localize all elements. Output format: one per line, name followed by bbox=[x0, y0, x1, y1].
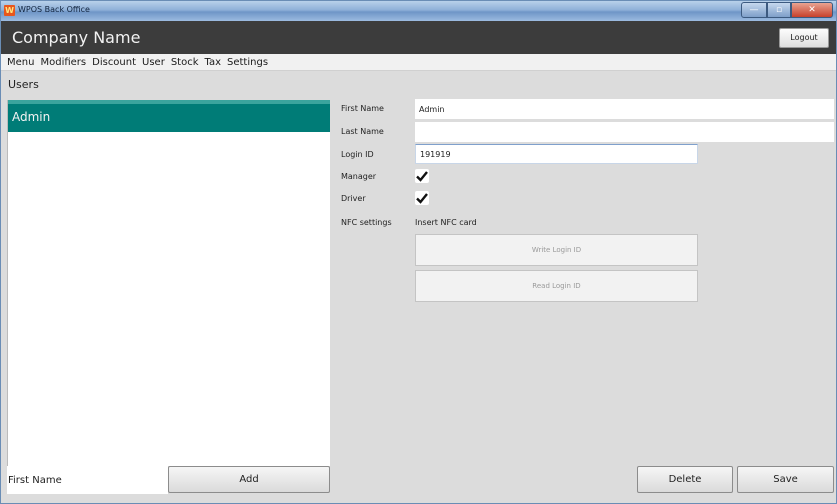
menu-item-tax[interactable]: Tax bbox=[205, 54, 222, 70]
checkmark-icon bbox=[416, 193, 428, 204]
title-bar: W WPOS Back Office — ▫ ✕ bbox=[1, 1, 836, 21]
users-section-title: Users bbox=[8, 78, 39, 91]
first-name-field[interactable] bbox=[415, 99, 834, 119]
menu-item-stock[interactable]: Stock bbox=[171, 54, 199, 70]
close-button[interactable]: ✕ bbox=[791, 2, 833, 18]
app-header: Company Name Logout bbox=[1, 21, 836, 54]
user-name: Admin bbox=[12, 110, 51, 124]
user-list: Admin bbox=[7, 100, 330, 466]
save-button[interactable]: Save bbox=[737, 466, 834, 493]
read-login-id-button[interactable]: Read Login ID bbox=[415, 270, 698, 302]
nfc-status-text: Insert NFC card bbox=[415, 218, 477, 227]
menu-item-settings[interactable]: Settings bbox=[227, 54, 268, 70]
user-list-item[interactable]: Admin bbox=[8, 100, 330, 132]
maximize-button[interactable]: ▫ bbox=[767, 2, 791, 18]
login-id-label: Login ID bbox=[341, 150, 374, 159]
menu-bar: Menu Modifiers Discount User Stock Tax S… bbox=[1, 54, 836, 71]
first-name-label: First Name bbox=[341, 104, 384, 113]
logout-button[interactable]: Logout bbox=[779, 28, 829, 48]
last-name-field[interactable] bbox=[415, 122, 834, 142]
manager-checkbox[interactable] bbox=[415, 169, 429, 183]
add-user-button[interactable]: Add bbox=[168, 466, 330, 493]
login-id-field[interactable] bbox=[415, 144, 698, 164]
driver-checkbox[interactable] bbox=[415, 191, 429, 205]
menu-item-user[interactable]: User bbox=[142, 54, 165, 70]
window-controls: — ▫ ✕ bbox=[741, 2, 833, 18]
company-name: Company Name bbox=[12, 28, 141, 47]
menu-item-discount[interactable]: Discount bbox=[92, 54, 136, 70]
nfc-settings-label: NFC settings bbox=[341, 218, 392, 227]
driver-label: Driver bbox=[341, 194, 366, 203]
last-name-label: Last Name bbox=[341, 127, 384, 136]
delete-button[interactable]: Delete bbox=[637, 466, 733, 493]
menu-item-modifiers[interactable]: Modifiers bbox=[40, 54, 86, 70]
write-login-id-button[interactable]: Write Login ID bbox=[415, 234, 698, 266]
window-title: WPOS Back Office bbox=[18, 5, 90, 14]
checkmark-icon bbox=[416, 171, 428, 182]
manager-label: Manager bbox=[341, 172, 377, 181]
app-logo-icon: W bbox=[4, 5, 15, 16]
minimize-button[interactable]: — bbox=[741, 2, 767, 18]
app-window: W WPOS Back Office — ▫ ✕ Company Name Lo… bbox=[0, 0, 837, 504]
menu-item-menu[interactable]: Menu bbox=[7, 54, 34, 70]
new-user-first-name-input[interactable] bbox=[7, 466, 168, 494]
